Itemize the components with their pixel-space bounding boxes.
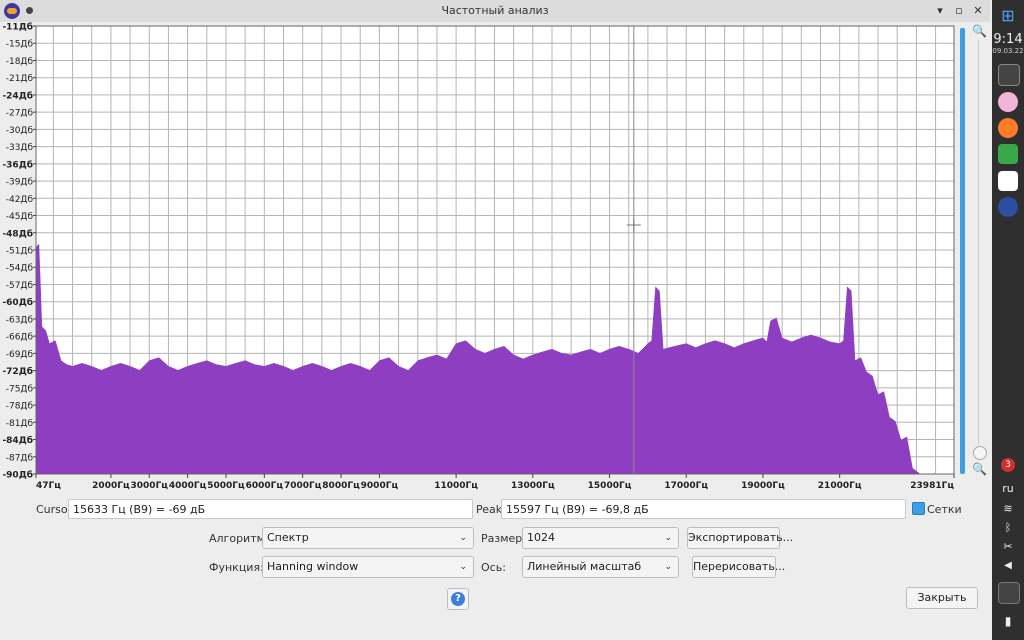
y-tick-label: -87Дб — [6, 453, 34, 463]
volume-icon[interactable]: ◀ — [992, 560, 1024, 571]
y-tick-label: -27Дб — [6, 109, 34, 119]
size-value: 1024 — [527, 531, 555, 544]
y-tick-label: -54Дб — [6, 264, 34, 274]
files-app-icon[interactable] — [998, 171, 1018, 191]
algorithm-label: Алгоритм: — [209, 532, 269, 545]
y-tick-label: -69Дб — [6, 350, 34, 360]
axis-value: Линейный масштаб — [527, 560, 642, 573]
y-tick-label: -15Дб — [6, 40, 34, 50]
show-desktop-icon[interactable]: ▮ — [992, 614, 1024, 628]
x-tick-label: 13000Гц — [511, 481, 555, 491]
spectrum-plot[interactable]: -11Дб -15Дб -18Дб -21Дб -24Дб -27Дб -30Дб -33Дб… — [0, 22, 990, 492]
x-tick-label: 17000Гц — [664, 481, 708, 491]
axis-select[interactable]: Линейный масштаб ⌄ — [522, 556, 679, 578]
axis-label: Ось: — [481, 561, 506, 574]
launcher-icon[interactable] — [998, 64, 1020, 86]
y-tick-label: -42Дб — [6, 195, 34, 205]
x-tick-label: 11000Гц — [434, 481, 478, 491]
x-tick-label: 3000Гц — [131, 481, 169, 491]
y-tick-label: -90Дб — [2, 470, 33, 481]
algorithm-value: Спектр — [267, 531, 309, 544]
x-tick-label: 21000Гц — [818, 481, 862, 491]
y-tick-label: -63Дб — [6, 315, 34, 325]
y-tick-label: -81Дб — [6, 419, 34, 429]
redraw-button[interactable]: Перерисовать... — [692, 556, 785, 578]
wifi-icon[interactable]: ≋ — [992, 502, 1024, 515]
y-tick-label: -11Дб — [2, 22, 33, 33]
chevron-down-icon: ⌄ — [664, 533, 672, 543]
y-tick-label: -21Дб — [6, 74, 34, 84]
x-tick-label: 23981Гц — [910, 481, 954, 491]
grids-checkbox[interactable] — [912, 502, 925, 515]
x-tick-label: 8000Гц — [322, 481, 360, 491]
scissors-icon[interactable]: ✂ — [992, 540, 1024, 553]
y-tick-label: -78Дб — [6, 402, 34, 412]
y-tick-label: -48Дб — [2, 228, 33, 239]
size-label: Размер: — [481, 532, 526, 545]
bluetooth-icon[interactable]: ᛒ — [992, 521, 1024, 534]
y-tick-label: -24Дб — [2, 90, 33, 101]
clock-time: 9:14 — [993, 32, 1023, 47]
x-tick-label: 15000Гц — [588, 481, 632, 491]
window-title: Частотный анализ — [441, 4, 549, 17]
close-button[interactable]: Закрыть — [906, 587, 978, 609]
export-button[interactable]: Экспортировать... — [687, 527, 793, 549]
notification-badge[interactable]: 3 — [1001, 458, 1015, 472]
x-tick-label: 9000Гц — [361, 481, 399, 491]
media-app-icon[interactable] — [998, 92, 1018, 112]
x-tick-label: 19000Гц — [741, 481, 785, 491]
taskbar: ⊞ 9:14 09.03.22 3 ru ≋ ᛒ ✂ ◀ ▮ — [992, 0, 1024, 640]
help-button[interactable]: ? — [447, 588, 469, 610]
y-tick-label: -60Дб — [2, 297, 33, 308]
clock-date: 09.03.22 — [992, 47, 1024, 55]
help-icon: ? — [451, 592, 465, 606]
zoom-slider-knob[interactable] — [973, 446, 987, 460]
cursor-value-field[interactable]: 15633 Гц (B9) = -69 дБ — [68, 499, 473, 519]
chevron-down-icon: ⌄ — [459, 533, 467, 543]
y-tick-label: -66Дб — [6, 333, 34, 343]
function-label: Функция: — [209, 561, 264, 574]
tray-monitor-icon[interactable] — [998, 582, 1020, 604]
title-bar: Частотный анализ ▾ ▫ ✕ — [0, 0, 990, 23]
x-tick-label: 4000Гц — [169, 481, 207, 491]
size-select[interactable]: 1024 ⌄ — [522, 527, 679, 549]
maximize-button[interactable]: ▫ — [951, 3, 967, 19]
minimize-button[interactable]: ▾ — [932, 3, 948, 19]
app-grid-icon[interactable]: ⊞ — [998, 6, 1018, 26]
y-tick-label: -30Дб — [6, 126, 34, 136]
audacity-taskbar-icon[interactable] — [998, 197, 1018, 217]
x-tick-label: 5000Гц — [207, 481, 245, 491]
y-tick-label: -45Дб — [6, 212, 34, 222]
spectrum-chart[interactable]: -11Дб -15Дб -18Дб -21Дб -24Дб -27Дб -30Дб -33Дб… — [0, 22, 990, 492]
x-tick-label: 47Гц — [36, 481, 61, 491]
y-tick-label: -84Дб — [2, 435, 33, 446]
function-select[interactable]: Hanning window ⌄ — [262, 556, 474, 578]
mail-app-icon[interactable] — [998, 144, 1018, 164]
y-tick-label: -51Дб — [6, 247, 34, 257]
algorithm-select[interactable]: Спектр ⌄ — [262, 527, 474, 549]
close-window-button[interactable]: ✕ — [970, 3, 986, 19]
y-tick-label: -18Дб — [6, 57, 34, 67]
zoom-in-icon[interactable]: 🔍 — [972, 24, 987, 38]
chevron-down-icon: ⌄ — [664, 562, 672, 572]
vertical-scrollbar[interactable] — [960, 28, 965, 474]
firefox-icon[interactable] — [998, 118, 1018, 138]
y-tick-label: -36Дб — [2, 159, 33, 170]
language-indicator[interactable]: ru — [992, 482, 1024, 495]
function-value: Hanning window — [267, 560, 359, 573]
zoom-out-icon[interactable]: 🔍 — [972, 462, 987, 476]
zoom-slider-track[interactable] — [978, 40, 979, 445]
x-tick-label: 2000Гц — [92, 481, 130, 491]
y-tick-label: -72Дб — [2, 366, 33, 377]
y-tick-label: -39Дб — [6, 178, 34, 188]
y-tick-label: -75Дб — [6, 384, 34, 394]
peak-value-field[interactable]: 15597 Гц (B9) = -69,8 дБ — [501, 499, 906, 519]
y-tick-label: -33Дб — [6, 143, 34, 153]
x-tick-label: 7000Гц — [284, 481, 322, 491]
chevron-down-icon: ⌄ — [459, 562, 467, 572]
x-tick-label: 6000Гц — [246, 481, 284, 491]
grids-label: Сетки — [927, 503, 962, 516]
y-tick-label: -57Дб — [6, 281, 34, 291]
